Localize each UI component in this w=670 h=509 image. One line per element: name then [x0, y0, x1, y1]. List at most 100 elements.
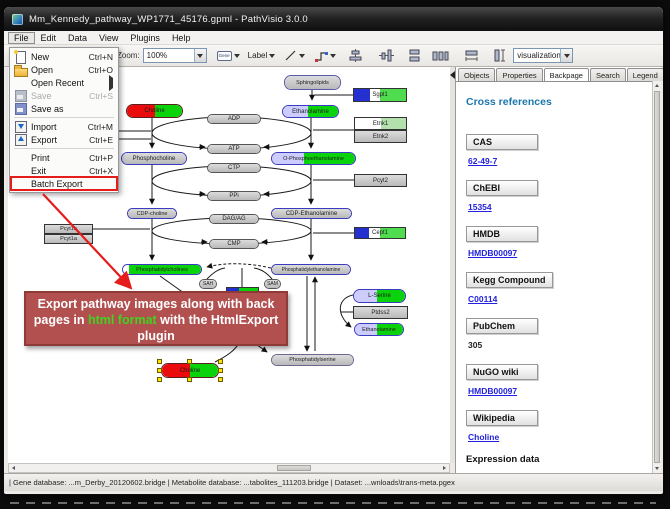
node-ethanolamine-top[interactable]: Ethanolamine [282, 105, 339, 118]
node-label: Etnk1 [351, 118, 410, 129]
file-menu-item-import[interactable]: ImportCtrl+M [11, 120, 117, 133]
node-pcyt1b[interactable]: Pcyt1b [44, 224, 93, 234]
node-l-serine[interactable]: L-Serine [353, 289, 406, 303]
file-menu-item-save-as[interactable]: Save as [11, 102, 117, 115]
visualization-dropdown-icon[interactable] [560, 49, 572, 62]
gene-node-button[interactable]: Gene [215, 47, 242, 65]
import-icon [13, 121, 28, 132]
node-phosphatidylethanolamine[interactable]: Phosphatidylethanolamine [271, 264, 351, 275]
screenshot-background: Mm_Kennedy_pathway_WP1771_45176.gpml - P… [0, 0, 670, 509]
node-ppi[interactable]: PPi [207, 191, 261, 201]
node-etnk2[interactable]: Etnk2 [354, 130, 407, 143]
selection-handle[interactable] [187, 359, 192, 364]
selection-handle[interactable] [187, 377, 192, 382]
node-etnk1[interactable]: Etnk1 [354, 117, 407, 130]
selection-handle[interactable] [218, 368, 223, 373]
file-menu-item-exit[interactable]: ExitCtrl+X [11, 164, 117, 177]
crossref-header: NuGO wiki [466, 364, 538, 380]
node-phosphocholine[interactable]: Phosphocholine [121, 152, 187, 165]
panel-scrollbar[interactable] [652, 81, 661, 473]
crossref-link[interactable]: Choline [468, 432, 642, 442]
stack-horizontal-button[interactable] [430, 47, 451, 65]
common-height-icon [493, 49, 506, 62]
align-vertical-center-button[interactable] [377, 47, 396, 65]
crossref-link[interactable]: 62-49-7 [468, 156, 642, 166]
tab-objects[interactable]: Objects [458, 68, 495, 81]
node-label: Ethanolamine [279, 106, 342, 117]
file-menu-item-open-recent[interactable]: Open Recent [11, 76, 117, 89]
selection-handle[interactable] [157, 368, 162, 373]
menu-view[interactable]: View [93, 32, 124, 44]
canvas-horizontal-scrollbar[interactable] [8, 463, 450, 473]
menu-file[interactable]: File [8, 32, 35, 44]
gene-node-icon: Gene [217, 51, 232, 61]
node-ctp[interactable]: CTP [207, 163, 261, 173]
crossref-link[interactable]: C00114 [468, 294, 642, 304]
file-menu-item-new[interactable]: NewCtrl+N [11, 50, 117, 63]
node-sah[interactable]: SAH [199, 279, 217, 289]
node-cept1[interactable]: Cept1 [354, 227, 406, 239]
tab-legend[interactable]: Legend [627, 68, 664, 81]
file-menu-item-batch-export[interactable]: Batch Export [11, 177, 117, 190]
node-choline-top[interactable]: Choline [126, 104, 183, 118]
scroll-right-icon[interactable] [440, 464, 449, 472]
connector-tool-button[interactable] [312, 47, 338, 65]
node-cmp[interactable]: CMP [209, 239, 259, 249]
panel-scrollbar-thumb[interactable] [654, 91, 660, 463]
node-o-phosphoethanolamine[interactable]: O-Phosphoethanolamine [271, 152, 356, 165]
selection-handle[interactable] [218, 377, 223, 382]
menu-edit[interactable]: Edit [35, 32, 63, 44]
node-sam[interactable]: SAM [264, 279, 281, 289]
selection-handle[interactable] [157, 377, 162, 382]
tab-backpage[interactable]: Backpage [544, 68, 589, 82]
align-horizontal-center-button[interactable] [346, 47, 365, 65]
common-width-button[interactable] [463, 47, 480, 65]
node-choline-selected[interactable]: Choline [161, 363, 219, 378]
stack-vertical-button[interactable] [405, 47, 424, 65]
menu-help[interactable]: Help [166, 32, 197, 44]
canvas-scrollbar-thumb[interactable] [277, 465, 311, 471]
file-menu-item-open[interactable]: OpenCtrl+O [11, 63, 117, 76]
menu-data[interactable]: Data [62, 32, 93, 44]
node-sgpl1[interactable]: Sgpl1 [353, 88, 407, 102]
node-atp[interactable]: ATP [207, 144, 261, 154]
crossref-link[interactable]: 15354 [468, 202, 642, 212]
node-phosphatidylserine[interactable]: Phosphatidylserine [271, 354, 354, 366]
node-adp[interactable]: ADP [207, 114, 261, 124]
menu-item-shortcut [109, 78, 113, 88]
visualization-combobox[interactable]: visualization [513, 48, 573, 63]
node-phosphatidylcholines[interactable]: Phosphatidylcholines [122, 264, 202, 275]
stack-horizontal-icon [432, 49, 449, 62]
file-menu-item-save[interactable]: SaveCtrl+S [11, 89, 117, 102]
common-height-button[interactable] [491, 47, 508, 65]
menu-plugins[interactable]: Plugins [124, 32, 166, 44]
crossref-link[interactable]: HMDB00097 [468, 386, 642, 396]
selection-handle[interactable] [218, 359, 223, 364]
line-tool-button[interactable] [282, 47, 307, 65]
node-label: Ptdss2 [350, 307, 411, 318]
titlebar[interactable]: Mm_Kennedy_pathway_WP1771_45176.gpml - P… [4, 7, 663, 31]
zoom-dropdown-icon[interactable] [194, 49, 206, 62]
label-node-button[interactable]: Label [246, 47, 278, 65]
crossref-header: HMDB [466, 226, 538, 242]
node-sphingolipids[interactable]: Sphingolipids [284, 75, 341, 90]
scroll-up-icon[interactable] [653, 81, 661, 90]
node-cdp-choline[interactable]: CDP-choline [127, 208, 177, 219]
node-pcyt2[interactable]: Pcyt2 [354, 174, 407, 187]
scroll-left-icon[interactable] [9, 464, 18, 472]
node-cdp-ethanolamine[interactable]: CDP-Ethanolamine [271, 208, 352, 219]
zoom-combobox[interactable]: 100% [143, 48, 207, 63]
selection-handle[interactable] [157, 359, 162, 364]
tab-properties[interactable]: Properties [496, 68, 542, 81]
node-pcyt1a[interactable]: Pcyt1a [44, 234, 93, 244]
file-menu-item-export[interactable]: ExportCtrl+E [11, 133, 117, 146]
node-ethanolamine-bottom[interactable]: Ethanolamine [354, 323, 404, 336]
file-menu-item-print[interactable]: PrintCtrl+P [11, 151, 117, 164]
export-icon [13, 134, 28, 145]
node-ptdss2[interactable]: Ptdss2 [353, 306, 408, 319]
crossref-link[interactable]: HMDB00097 [468, 248, 642, 258]
menu-item-shortcut: Ctrl+P [89, 153, 113, 163]
node-dag-ag[interactable]: DAG/AG [209, 214, 259, 224]
scroll-down-icon[interactable] [653, 464, 661, 473]
tab-search[interactable]: Search [590, 68, 626, 81]
